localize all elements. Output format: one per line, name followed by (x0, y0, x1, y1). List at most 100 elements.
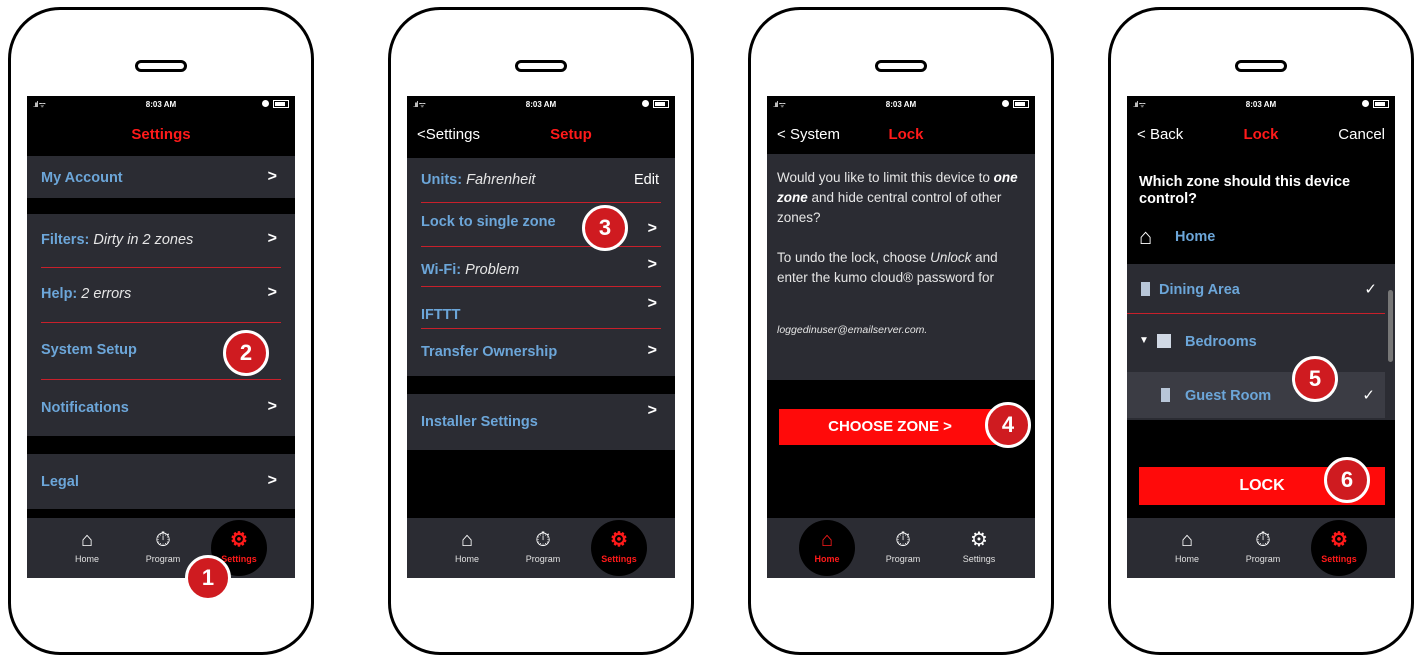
alarm-icon (642, 100, 649, 107)
scrollbar[interactable] (1388, 290, 1393, 362)
divider (421, 286, 661, 287)
tab-program[interactable]: ⏱ Program (513, 522, 573, 578)
status-bar: .ııl ᯤ 8:03 AM (27, 96, 295, 114)
step-badge-5: 5 (1292, 356, 1338, 402)
installer-group: Installer Settings > (407, 394, 675, 450)
chevron-right-icon: > (647, 402, 657, 419)
nav-bar: Settings (27, 116, 295, 152)
gear-icon: ⚙ (230, 529, 248, 551)
phone-frame-2: .ııl ᯤ 8:03 AM <Settings Setup Units: Fa… (388, 7, 694, 655)
battery-icon (653, 100, 669, 108)
status-time: 8:03 AM (525, 100, 557, 109)
tab-label: Settings (1321, 554, 1357, 564)
tab-settings[interactable]: ⚙ Settings (589, 520, 649, 578)
nav-bar: < Back Lock Cancel (1127, 116, 1395, 152)
door-icon (1161, 388, 1170, 402)
legal-group: Legal > (27, 454, 295, 509)
row-label: Transfer Ownership (421, 344, 558, 360)
tab-home[interactable]: ⌂ Home (1157, 522, 1217, 578)
zone-question: Which zone should this device control? (1139, 174, 1351, 207)
step-badge-1: 1 (185, 555, 231, 601)
battery-icon (1373, 100, 1389, 108)
home-icon: ⌂ (820, 529, 834, 551)
row-key: Units: (421, 172, 463, 188)
divider (41, 379, 281, 380)
zone-row-bedrooms[interactable]: ▼ Bedrooms (1127, 320, 1395, 364)
tab-label: Home (74, 554, 99, 564)
speaker-slot (1235, 60, 1287, 72)
door-icon (1141, 282, 1150, 296)
phone-frame-1: .ııl ᯤ 8:03 AM Settings My Account > Fil… (8, 7, 314, 655)
user-email: loggedinuser@emailserver.com. (777, 324, 928, 336)
row-value: Dirty in 2 zones (93, 232, 194, 248)
tab-bar: ⌂ Home ⏱ Program ⚙ Settings (767, 518, 1035, 578)
row-key: Help: (41, 286, 78, 302)
tab-program[interactable]: ⏱ Program (1233, 522, 1293, 578)
row-value: 2 errors (81, 286, 132, 302)
speaker-slot (515, 60, 567, 72)
zone-label: Dining Area (1159, 282, 1240, 298)
status-bar: .ııl ᯤ 8:03 AM (407, 96, 675, 114)
text: To undo the lock, choose (777, 250, 927, 265)
text: Would you like to limit this device to (777, 170, 990, 185)
speaker-slot (875, 60, 927, 72)
row-installer-settings[interactable]: Installer Settings > (421, 400, 661, 444)
chevron-right-icon: > (267, 472, 277, 489)
tab-home[interactable]: ⌂ Home (57, 522, 117, 578)
zone-row-dining-area[interactable]: Dining Area ✓ (1127, 268, 1395, 312)
row-label: IFTTT (421, 307, 461, 323)
row-filters[interactable]: Filters: Dirty in 2 zones > (41, 218, 281, 262)
tab-home[interactable]: ⌂ Home (797, 520, 857, 578)
chevron-right-icon: > (267, 230, 277, 247)
row-transfer-ownership[interactable]: Transfer Ownership > (421, 330, 661, 374)
divider (41, 322, 281, 323)
row-units[interactable]: Units: Fahrenheit Edit (421, 158, 661, 202)
lock-question: Would you like to limit this device to o… (777, 168, 1025, 228)
step-badge-3: 3 (582, 205, 628, 251)
chevron-right-icon: > (267, 168, 277, 185)
tab-bar: ⌂ Home ⏱ Program ⚙ Settings (1127, 518, 1395, 578)
home-icon: ⌂ (80, 529, 94, 551)
divider (41, 267, 281, 268)
row-label: Legal (41, 474, 79, 490)
alarm-icon (262, 100, 269, 107)
gear-icon: ⚙ (970, 529, 988, 551)
phone-frame-3: .ııl ᯤ 8:03 AM < System Lock Would you l… (748, 7, 1054, 655)
tab-label: Home (454, 554, 479, 564)
home-outline-icon: ⌂ (1139, 224, 1153, 249)
stopwatch-icon: ⏱ (895, 529, 911, 551)
row-label: Wi-Fi: Problem (421, 262, 519, 278)
alarm-icon (1002, 100, 1009, 107)
speaker-slot (135, 60, 187, 72)
zone-row-guest-room[interactable]: Guest Room ✓ (1127, 372, 1385, 418)
battery-icon (273, 100, 289, 108)
tab-label: Program (885, 554, 921, 564)
choose-zone-button[interactable]: CHOOSE ZONE > (779, 409, 1001, 445)
chevron-right-icon: > (647, 295, 657, 312)
tab-home[interactable]: ⌂ Home (437, 522, 497, 578)
status-bar: .ııl ᯤ 8:03 AM (1127, 96, 1395, 114)
tab-settings[interactable]: ⚙ Settings (1309, 520, 1369, 578)
divider (1127, 313, 1385, 314)
chevron-right-icon: > (647, 342, 657, 359)
tab-label: Program (525, 554, 561, 564)
row-my-account[interactable]: My Account > (41, 156, 281, 200)
row-key: Filters: (41, 232, 90, 248)
cancel-button[interactable]: Cancel (1338, 126, 1385, 143)
edit-button[interactable]: Edit (634, 172, 659, 188)
row-notifications[interactable]: Notifications > (41, 386, 281, 430)
step-badge-6: 6 (1324, 457, 1370, 503)
row-label: Notifications (41, 400, 129, 416)
tab-program[interactable]: ⏱ Program (133, 522, 193, 578)
home-label: Home (1175, 229, 1216, 245)
row-help[interactable]: Help: 2 errors > (41, 272, 281, 316)
tab-program[interactable]: ⏱ Program (873, 522, 933, 578)
tab-settings[interactable]: ⚙ Settings (949, 522, 1009, 578)
account-group: My Account > (27, 156, 295, 198)
page-title: Setup (550, 126, 592, 143)
battery-icon (1013, 100, 1029, 108)
gear-icon: ⚙ (610, 529, 628, 551)
row-legal[interactable]: Legal > (41, 460, 281, 504)
row-key: Wi-Fi: (421, 262, 462, 278)
row-value: Problem (465, 262, 520, 278)
